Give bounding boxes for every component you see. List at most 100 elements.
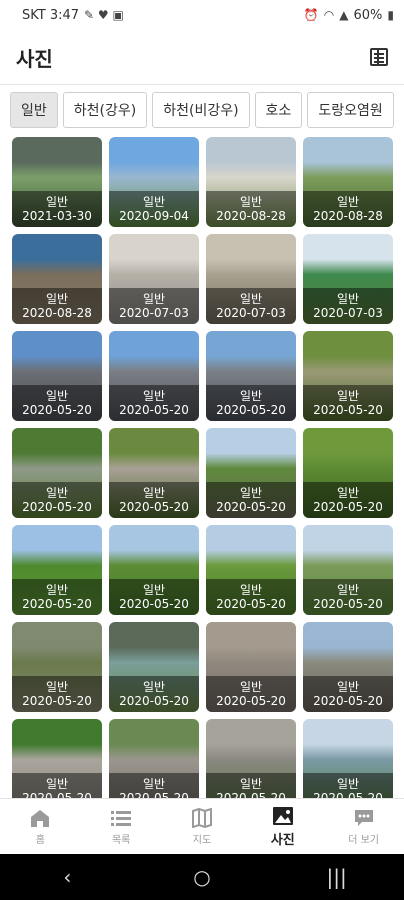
photo-date: 2020-05-20 xyxy=(119,596,189,611)
home-button-icon[interactable]: ○ xyxy=(182,865,222,889)
photo-caption: 일반 2020-08-28 xyxy=(303,191,393,227)
photo-thumbnail[interactable]: 일반 2020-05-20 xyxy=(109,525,199,615)
photo-thumbnail[interactable]: 일반 2020-05-20 xyxy=(109,719,199,798)
photo-category: 일반 xyxy=(45,776,69,791)
photo-thumbnail[interactable]: 일반 2020-05-20 xyxy=(206,331,296,421)
photo-thumbnail[interactable]: 일반 2020-09-04 xyxy=(109,137,199,227)
nav-photo[interactable]: 사진 xyxy=(242,799,323,854)
photo-thumbnail[interactable]: 일반 2020-05-20 xyxy=(303,525,393,615)
photo-thumbnail[interactable]: 일반 2020-05-20 xyxy=(206,428,296,518)
photo-thumbnail[interactable]: 일반 2020-05-20 xyxy=(303,622,393,712)
photo-thumbnail[interactable]: 일반 2020-05-20 xyxy=(303,719,393,798)
photo-thumbnail[interactable]: 일반 2020-05-20 xyxy=(206,622,296,712)
photo-category: 일반 xyxy=(142,776,166,791)
photo-date: 2020-05-20 xyxy=(22,693,92,708)
photo-caption: 일반 2020-05-20 xyxy=(109,385,199,421)
photo-thumbnail[interactable]: 일반 2020-08-28 xyxy=(206,137,296,227)
photo-date: 2020-05-20 xyxy=(22,596,92,611)
photo-thumbnail[interactable]: 일반 2020-05-20 xyxy=(12,331,102,421)
recents-icon[interactable]: ||| xyxy=(317,865,357,889)
photo-date: 2020-05-20 xyxy=(313,402,383,417)
nav-home[interactable]: 홈 xyxy=(0,799,81,854)
photo-caption: 일반 2020-08-28 xyxy=(12,288,102,324)
photo-category: 일반 xyxy=(336,679,360,694)
photo-date: 2020-05-20 xyxy=(313,693,383,708)
photo-category: 일반 xyxy=(239,194,263,209)
photo-caption: 일반 2020-05-20 xyxy=(12,773,102,798)
tab-lake[interactable]: 호소 xyxy=(254,92,303,128)
photo-category: 일반 xyxy=(142,485,166,500)
nav-list[interactable]: 목록 xyxy=(81,799,162,854)
photo-category: 일반 xyxy=(336,582,360,597)
photo-thumbnail[interactable]: 일반 2020-07-03 xyxy=(303,234,393,324)
photo-thumbnail[interactable]: 일반 2020-05-20 xyxy=(12,428,102,518)
photo-category: 일반 xyxy=(239,582,263,597)
photo-thumbnail[interactable]: 일반 2020-05-20 xyxy=(303,331,393,421)
nav-more[interactable]: 더 보기 xyxy=(323,799,404,854)
more-icon xyxy=(354,809,373,826)
photo-caption: 일반 2020-05-20 xyxy=(206,773,296,798)
photo-category: 일반 xyxy=(45,291,69,306)
photo-date: 2020-05-20 xyxy=(313,790,383,799)
photo-thumbnail[interactable]: 일반 2020-05-20 xyxy=(12,525,102,615)
photo-caption: 일반 2020-08-28 xyxy=(206,191,296,227)
photo-category: 일반 xyxy=(45,388,69,403)
photo-date: 2020-08-28 xyxy=(22,305,92,320)
photo-category: 일반 xyxy=(239,291,263,306)
notification-icons: ✎ ♥ ▣ xyxy=(84,8,124,22)
tab-general[interactable]: 일반 xyxy=(10,92,58,128)
header-divider xyxy=(0,84,404,85)
signal-icon: ▲ xyxy=(339,8,349,22)
photo-thumbnail[interactable]: 일반 2020-05-20 xyxy=(109,428,199,518)
photo-thumbnail[interactable]: 일반 2020-05-20 xyxy=(109,622,199,712)
photo-date: 2020-05-20 xyxy=(313,499,383,514)
photo-date: 2020-05-20 xyxy=(216,790,286,799)
photo-date: 2020-05-20 xyxy=(119,693,189,708)
status-bar: SKT 3:47 ✎ ♥ ▣ ⏰ ◠ ▲ 60% ▮ xyxy=(0,0,404,30)
list-view-icon[interactable] xyxy=(370,48,388,66)
photo-thumbnail[interactable]: 일반 2020-07-03 xyxy=(109,234,199,324)
photo-date: 2020-05-20 xyxy=(216,596,286,611)
photo-category: 일반 xyxy=(239,388,263,403)
photo-thumbnail[interactable]: 일반 2020-08-28 xyxy=(303,137,393,227)
photo-date: 2020-05-20 xyxy=(216,402,286,417)
photo-date: 2020-05-20 xyxy=(22,790,92,799)
photo-date: 2020-05-20 xyxy=(119,402,189,417)
wifi-icon: ◠ xyxy=(323,8,335,22)
photo-date: 2020-08-28 xyxy=(216,208,286,223)
battery-percent: 60% xyxy=(353,7,383,23)
list-icon xyxy=(111,810,132,826)
status-right: ⏰ ◠ ▲ 60% ▮ xyxy=(304,8,394,23)
photo-category: 일반 xyxy=(45,485,69,500)
photo-caption: 일반 2020-05-20 xyxy=(12,385,102,421)
photo-category: 일반 xyxy=(239,485,263,500)
photo-thumbnail[interactable]: 일반 2020-05-20 xyxy=(12,719,102,798)
photo-caption: 일반 2020-05-20 xyxy=(12,579,102,615)
photo-date: 2020-07-03 xyxy=(119,305,189,320)
page-title: 사진 xyxy=(16,46,53,71)
photo-caption: 일반 2020-07-03 xyxy=(303,288,393,324)
photo-thumbnail[interactable]: 일반 2020-05-20 xyxy=(303,428,393,518)
photo-date: 2020-09-04 xyxy=(119,208,189,223)
tab-river-rain[interactable]: 하천(강우) xyxy=(62,92,148,128)
photo-thumbnail[interactable]: 일반 2020-05-20 xyxy=(12,622,102,712)
photo-caption: 일반 2020-05-20 xyxy=(303,773,393,798)
photo-caption: 일반 2020-05-20 xyxy=(109,773,199,798)
photo-thumbnail[interactable]: 일반 2021-03-30 xyxy=(12,137,102,227)
system-nav-bar: ‹ ○ ||| xyxy=(0,854,404,900)
photo-grid: 일반 2021-03-30 일반 2020-09-04 일반 2020-08-28 일반 20… xyxy=(12,137,394,798)
back-icon[interactable]: ‹ xyxy=(47,865,87,889)
photo-category: 일반 xyxy=(336,194,360,209)
tab-ditch-pollution[interactable]: 도랑오염원 xyxy=(307,92,394,128)
photo-date: 2020-05-20 xyxy=(22,499,92,514)
home-icon xyxy=(31,809,50,827)
nav-list-label: 목록 xyxy=(111,834,131,846)
nav-map[interactable]: 지도 xyxy=(162,799,243,854)
photo-date: 2021-03-30 xyxy=(22,208,92,223)
photo-thumbnail[interactable]: 일반 2020-05-20 xyxy=(109,331,199,421)
photo-thumbnail[interactable]: 일반 2020-07-03 xyxy=(206,234,296,324)
photo-thumbnail[interactable]: 일반 2020-05-20 xyxy=(206,525,296,615)
photo-thumbnail[interactable]: 일반 2020-08-28 xyxy=(12,234,102,324)
tab-river-dry[interactable]: 하천(비강우) xyxy=(152,92,250,128)
photo-thumbnail[interactable]: 일반 2020-05-20 xyxy=(206,719,296,798)
